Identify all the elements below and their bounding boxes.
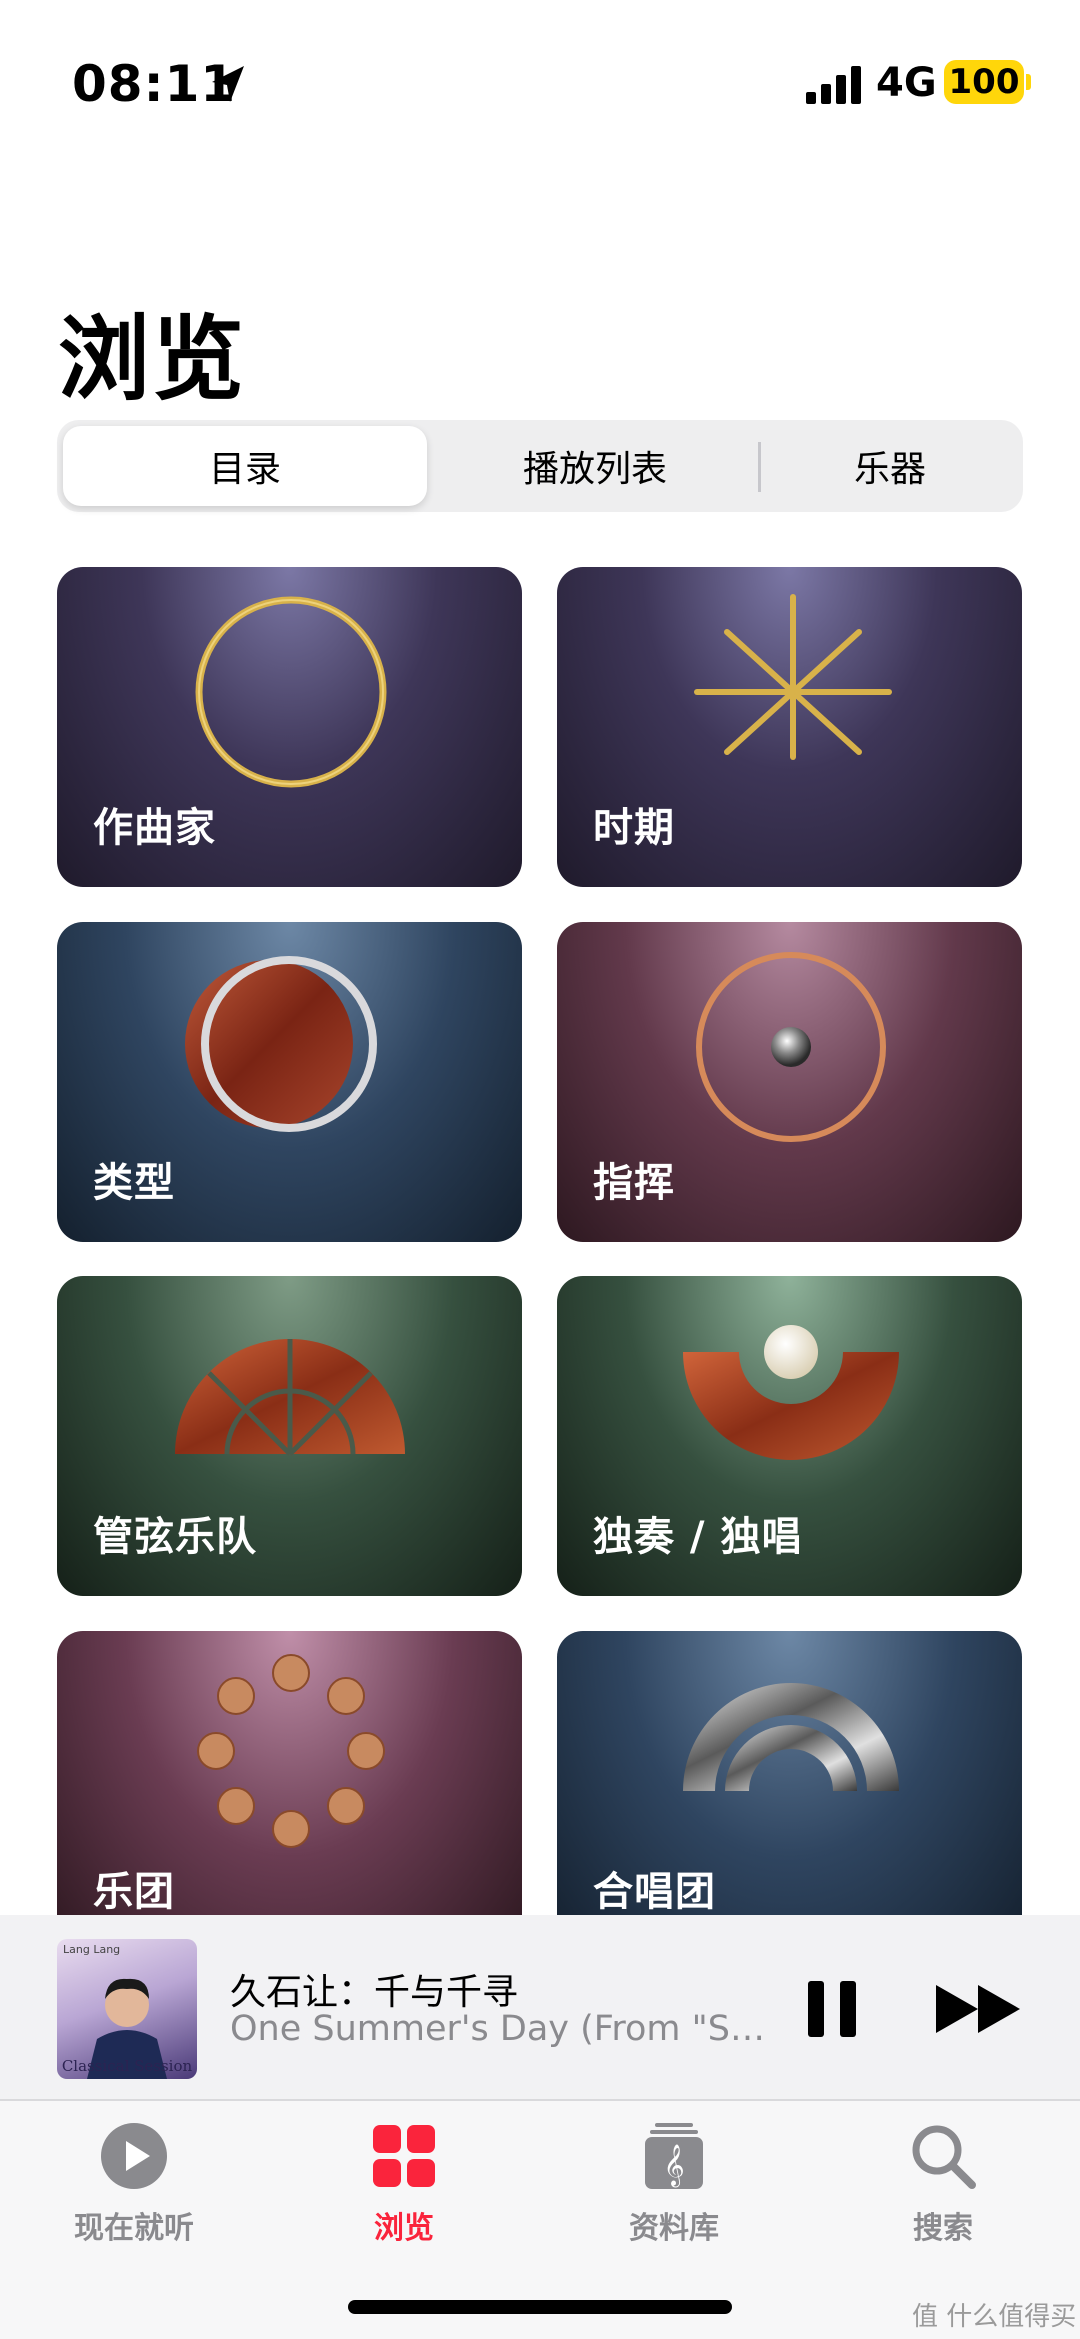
- category-tile-periods[interactable]: 时期: [557, 567, 1022, 887]
- battery-tip: [1026, 74, 1031, 90]
- tab-label: 浏览: [374, 2211, 434, 2246]
- category-tile-genres[interactable]: 类型: [57, 922, 522, 1242]
- search-icon: [912, 2125, 976, 2189]
- status-bar: 08:11 4G 100: [0, 0, 1080, 170]
- category-tile-conductors[interactable]: 指挥: [557, 922, 1022, 1242]
- tab-listen-now[interactable]: 现在就听: [44, 2121, 224, 2261]
- category-label: 指挥: [593, 1160, 675, 1206]
- category-label: 合唱团: [593, 1869, 716, 1915]
- segment-divider: [758, 442, 761, 492]
- category-tile-orchestras[interactable]: 管弦乐队: [57, 1276, 522, 1596]
- segment-instruments[interactable]: 乐器: [763, 426, 1017, 506]
- tab-label: 资料库: [629, 2211, 719, 2246]
- category-tile-ensembles[interactable]: 乐团: [57, 1631, 522, 1951]
- category-label: 时期: [593, 805, 675, 851]
- library-icon: 𝄞: [645, 2123, 703, 2189]
- album-art[interactable]: Lang Lang Classical Session: [57, 1939, 197, 2079]
- tab-label: 现在就听: [74, 2211, 194, 2246]
- category-label: 乐团: [93, 1869, 175, 1915]
- segment-catalog[interactable]: 目录: [63, 426, 427, 506]
- mini-player[interactable]: Lang Lang Classical Session 久石让：千与千寻 One…: [0, 1915, 1080, 2101]
- segmented-control: 目录 播放列表 乐器: [57, 420, 1023, 512]
- location-arrow-icon: [212, 66, 244, 102]
- fast-forward-icon[interactable]: [934, 1981, 1024, 2037]
- segment-playlists[interactable]: 播放列表: [432, 426, 758, 506]
- category-label: 管弦乐队: [93, 1514, 257, 1560]
- tab-browse[interactable]: 浏览: [314, 2121, 494, 2261]
- tab-label: 搜索: [913, 2211, 973, 2246]
- album-series: Classical Session: [61, 2057, 193, 2075]
- tab-library[interactable]: 𝄞 资料库: [584, 2121, 764, 2261]
- category-label: 类型: [93, 1160, 175, 1206]
- battery-level: 100: [948, 62, 1020, 102]
- signal-bars-icon: [806, 66, 861, 104]
- category-label: 独奏 / 独唱: [593, 1514, 803, 1560]
- track-title: 久石让：千与千寻: [230, 1972, 519, 2013]
- home-indicator[interactable]: [348, 2300, 732, 2314]
- grid-icon: [373, 2125, 435, 2187]
- play-circle-icon: [101, 2123, 167, 2189]
- svg-text:𝄞: 𝄞: [663, 2144, 684, 2187]
- category-tile-soloists[interactable]: 独奏 / 独唱: [557, 1276, 1022, 1596]
- category-tile-choirs[interactable]: 合唱团: [557, 1631, 1022, 1951]
- battery-indicator: 100: [944, 60, 1024, 104]
- tab-search[interactable]: 搜索: [853, 2121, 1033, 2261]
- category-label: 作曲家: [93, 805, 216, 851]
- watermark: 值 什么值得买: [912, 2302, 1077, 2332]
- track-subtitle: One Summer's Day (From "Spiri...: [230, 2009, 776, 2049]
- category-tile-composers[interactable]: 作曲家: [57, 567, 522, 887]
- page-title: 浏览: [58, 306, 247, 413]
- pause-icon[interactable]: [802, 1977, 862, 2041]
- network-type: 4G: [876, 60, 937, 106]
